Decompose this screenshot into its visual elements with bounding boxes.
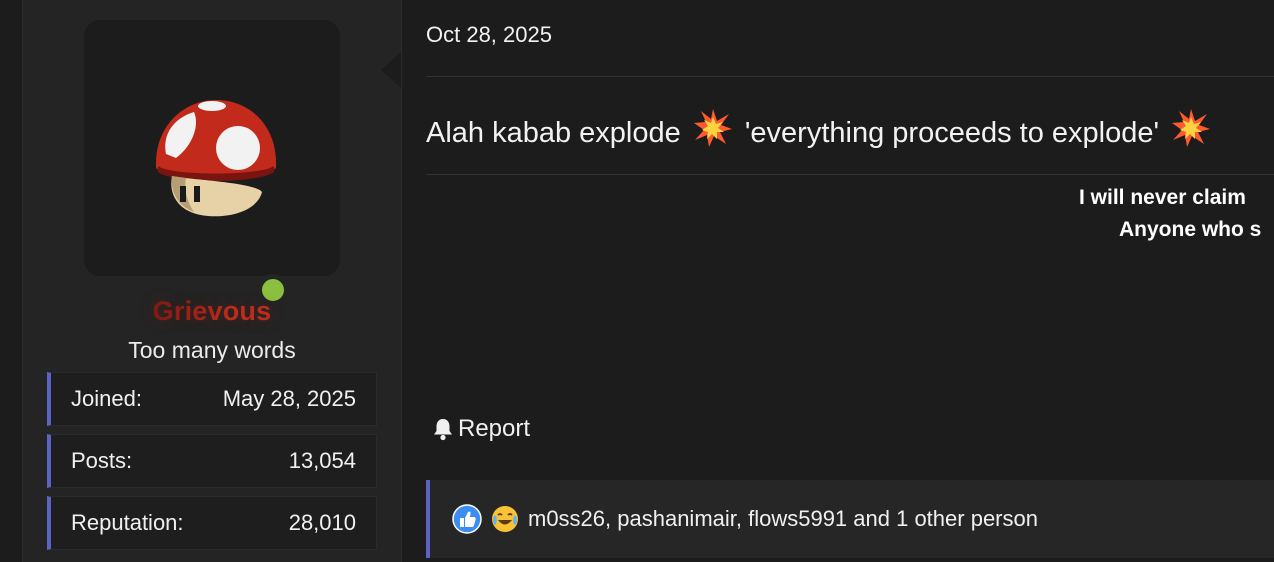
collision-emoji-icon xyxy=(693,109,732,147)
post-arrow xyxy=(381,52,401,88)
divider xyxy=(426,76,1274,77)
mushroom-avatar-icon xyxy=(155,100,277,217)
stat-value: 28,010 xyxy=(288,510,356,535)
stat-reputation: Reputation: 28,010 xyxy=(47,496,377,550)
laugh-cry-icon[interactable] xyxy=(490,504,520,534)
signature-line: Anyone who s xyxy=(1119,218,1262,241)
signature-divider xyxy=(426,174,1274,175)
stat-value: 13,054 xyxy=(288,448,356,473)
post-date[interactable]: Oct 28, 2025 xyxy=(426,22,552,48)
stat-value: May 28, 2025 xyxy=(222,386,356,411)
stat-joined: Joined: May 28, 2025 xyxy=(47,372,377,426)
user-panel: Grievous Too many words Joined: May 28, … xyxy=(22,0,402,562)
collision-emoji-icon xyxy=(1172,109,1211,147)
report-button[interactable]: Report xyxy=(432,415,530,443)
user-title: Too many words xyxy=(128,337,296,363)
stat-label: Reputation: xyxy=(71,510,184,535)
stat-label: Posts: xyxy=(71,448,133,473)
signature-line: I will never claim xyxy=(1079,186,1246,209)
username[interactable]: Grievous xyxy=(23,296,401,327)
post-message: Alah kabab explode 'everything proceeds … xyxy=(426,108,1215,150)
like-icon[interactable] xyxy=(452,504,482,534)
avatar[interactable] xyxy=(84,20,340,306)
reactions-bar[interactable]: m0ss26, pashanimair, flows5991 and 1 oth… xyxy=(426,480,1274,558)
bell-icon xyxy=(434,419,452,441)
stat-posts: Posts: 13,054 xyxy=(47,434,377,488)
reactions-text[interactable]: m0ss26, pashanimair, flows5991 and 1 oth… xyxy=(528,506,1038,532)
report-label: Report xyxy=(458,415,531,442)
stat-label: Joined: xyxy=(71,386,142,411)
forum-post: Grievous Too many words Joined: May 28, … xyxy=(0,0,1274,562)
post-text-part2: 'everything proceeds to explode' xyxy=(744,117,1160,149)
post-text-part1: Alah kabab explode xyxy=(426,117,681,149)
